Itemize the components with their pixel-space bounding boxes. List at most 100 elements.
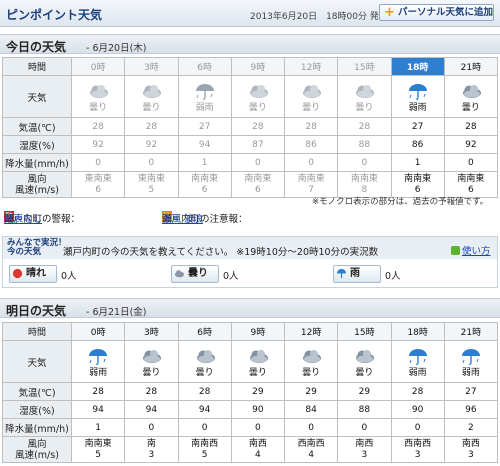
weather-text: 弱雨 bbox=[89, 367, 108, 378]
warning-link[interactable]: 発表なし bbox=[4, 211, 42, 225]
temp-cell: 28 bbox=[230, 117, 286, 136]
weather-cell: 弱雨 bbox=[390, 340, 445, 383]
wind-dir-label: 風向 bbox=[27, 173, 47, 185]
vote-cloudy-label: 曇り bbox=[188, 268, 208, 279]
precip-cell: 0 bbox=[390, 418, 445, 437]
cloud-icon bbox=[356, 84, 375, 98]
weather-text: 曇り bbox=[302, 367, 321, 378]
today-title: 今日の天気 bbox=[6, 40, 67, 54]
weather-cell: 弱雨 bbox=[70, 340, 126, 383]
humidity-row: 湿度(%) 92 92 94 87 86 88 86 92 bbox=[2, 135, 499, 154]
help-label: 使い方 bbox=[462, 246, 491, 257]
wind-dir: 南南東 bbox=[350, 173, 378, 184]
today-forecast-table: 時間 0時 3時 6時 9時 12時 15時 18時 21時 天気 曇り 曇り 弱雨 曇り 曇り 曇り 弱… bbox=[2, 57, 499, 198]
cloud-icon bbox=[249, 349, 268, 363]
precip-cell: 0 bbox=[337, 418, 392, 437]
wind-dir: 西南西 bbox=[404, 438, 432, 449]
wind-dir-label: 風向 bbox=[27, 438, 47, 450]
add-personal-weather-button[interactable]: + パーソナル天気に追加 bbox=[379, 4, 494, 21]
vote-cloudy-count: 0人 bbox=[223, 271, 239, 282]
time-cell: 6時 bbox=[177, 322, 232, 341]
weather-cell: 曇り bbox=[70, 75, 126, 118]
beginner-icon bbox=[451, 246, 460, 255]
temp-cell: 27 bbox=[177, 117, 232, 136]
weather-text: 曇り bbox=[142, 102, 161, 113]
temp-cell: 28 bbox=[124, 382, 179, 401]
vote-rain-button[interactable]: 雨 bbox=[333, 265, 381, 283]
umbrella-icon bbox=[336, 268, 347, 279]
wind-cell: 南南東 8 bbox=[337, 171, 392, 198]
weather-text: 曇り bbox=[195, 367, 214, 378]
help-link[interactable]: 使い方 bbox=[451, 243, 491, 257]
vote-cloudy-button[interactable]: 曇り bbox=[171, 265, 219, 283]
cloud-icon bbox=[356, 349, 375, 363]
weather-cell: 曇り bbox=[337, 340, 392, 383]
wind-label: 風向 風速(m/s) bbox=[2, 171, 72, 198]
wind-dir: 南南東 bbox=[297, 173, 325, 184]
cloud-icon bbox=[174, 270, 185, 278]
time-cell: 15時 bbox=[337, 57, 392, 76]
wind-cell: 南南西 5 bbox=[177, 436, 232, 463]
page-title: ピンポイント天気 bbox=[6, 8, 103, 22]
weather-cell: 弱雨 bbox=[390, 75, 445, 118]
announce-datetime: 2013年6月20日 18時00分 発表 bbox=[250, 12, 388, 22]
humidity-cell: 92 bbox=[70, 135, 126, 154]
time-row: 時間 0時 3時 6時 9時 12時 15時 18時 21時 bbox=[2, 322, 499, 341]
humidity-cell: 94 bbox=[70, 400, 126, 419]
vote-rain-count: 0人 bbox=[385, 271, 401, 282]
time-cell: 18時 bbox=[390, 322, 445, 341]
tomorrow-title: 明日の天気 bbox=[6, 304, 67, 318]
humidity-cell: 92 bbox=[124, 135, 179, 154]
temp-cell: 29 bbox=[283, 382, 339, 401]
wind-dir: 南南東 bbox=[84, 438, 112, 449]
time-cell: 9時 bbox=[230, 57, 286, 76]
weather-cell: 曇り bbox=[230, 75, 286, 118]
humidity-cell: 94 bbox=[124, 400, 179, 419]
precip-cell: 0 bbox=[70, 153, 126, 172]
temp-row: 気温(℃) 28 28 27 28 28 28 27 28 bbox=[2, 117, 499, 136]
tomorrow-heading: 明日の天気 - 6月21日(金) bbox=[0, 298, 500, 318]
wind-speed: 3 bbox=[468, 449, 474, 460]
weather-text: 曇り bbox=[461, 102, 480, 113]
weather-row: 天気 曇り 曇り 弱雨 曇り 曇り 曇り 弱雨 曇り bbox=[2, 75, 499, 118]
precip-cell: 0 bbox=[230, 153, 286, 172]
temp-cell: 28 bbox=[124, 117, 179, 136]
precip-label: 降水量(mm/h) bbox=[2, 418, 72, 437]
umbrella-icon bbox=[89, 348, 108, 365]
weather-text: 弱雨 bbox=[408, 367, 427, 378]
add-personal-weather-label: パーソナル天気に追加 bbox=[398, 7, 494, 18]
wind-speed: 7 bbox=[308, 184, 314, 195]
humidity-cell: 84 bbox=[283, 400, 339, 419]
vote-sunny-button[interactable]: 晴れ bbox=[9, 265, 57, 283]
weather-cell: 曇り bbox=[124, 75, 179, 118]
sun-icon bbox=[12, 268, 23, 279]
temp-cell: 28 bbox=[283, 117, 339, 136]
wind-row: 風向 風速(m/s) 東南東 6 東南東 5 南南東 6 南南東 6 南南東 7 南南東 8 南南東 6 南… bbox=[2, 171, 499, 198]
time-cell: 3時 bbox=[124, 57, 179, 76]
wind-speed: 5 bbox=[95, 449, 101, 460]
today-date: - 6月20日(木) bbox=[86, 43, 147, 54]
wind-speed: 6 bbox=[414, 184, 421, 195]
temp-cell: 28 bbox=[337, 117, 392, 136]
humidity-cell: 86 bbox=[390, 135, 445, 154]
wind-cell: 南南東 5 bbox=[70, 436, 126, 463]
wind-cell: 南南東 6 bbox=[390, 171, 445, 198]
humidity-label: 湿度(%) bbox=[2, 135, 72, 154]
weather-cell: 弱雨 bbox=[177, 75, 232, 118]
precip-cell: 2 bbox=[443, 418, 499, 437]
weather-cell: 曇り bbox=[283, 340, 339, 383]
wind-speed: 3 bbox=[414, 449, 421, 460]
vote-sunny-count: 0人 bbox=[61, 271, 77, 282]
precip-cell: 0 bbox=[283, 153, 339, 172]
humidity-cell: 90 bbox=[230, 400, 286, 419]
temp-cell: 28 bbox=[177, 382, 232, 401]
cloud-icon bbox=[462, 84, 481, 98]
temp-cell: 28 bbox=[70, 382, 126, 401]
wind-speed: 5 bbox=[201, 449, 208, 460]
advisory-link[interactable]: 強風 波浪 bbox=[162, 211, 203, 225]
humidity-cell: 88 bbox=[337, 400, 392, 419]
wind-dir: 南南東 bbox=[457, 173, 485, 184]
weather-text: 曇り bbox=[89, 102, 108, 113]
humidity-label: 湿度(%) bbox=[2, 400, 72, 419]
time-cell: 15時 bbox=[337, 322, 392, 341]
